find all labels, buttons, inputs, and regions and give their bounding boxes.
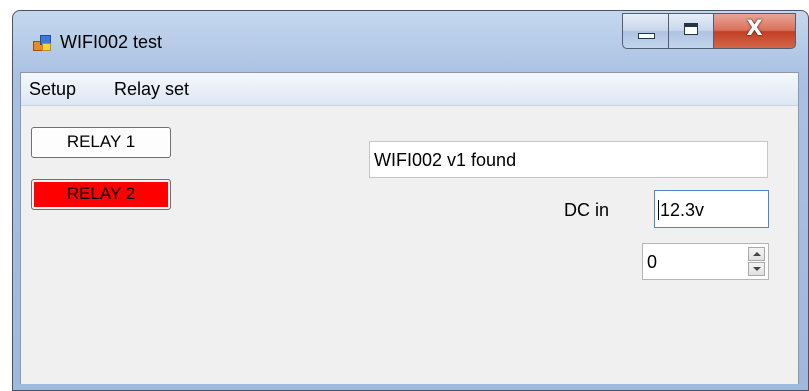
spin-up-icon[interactable] bbox=[748, 247, 765, 261]
menu-setup[interactable]: Setup bbox=[29, 79, 76, 100]
minimize-button[interactable] bbox=[622, 13, 668, 49]
maximize-icon bbox=[684, 23, 698, 35]
spin-down-icon[interactable] bbox=[748, 262, 765, 276]
relay-2-button[interactable]: RELAY 2 bbox=[31, 179, 171, 210]
client-area: Setup Relay set RELAY 1 RELAY 2 WIFI002 … bbox=[20, 72, 799, 390]
caption-buttons: X bbox=[622, 13, 796, 51]
dc-in-label: DC in bbox=[564, 200, 610, 220]
minimize-icon bbox=[638, 33, 655, 39]
window-title: WIFI002 test bbox=[60, 32, 163, 52]
maximize-button[interactable] bbox=[668, 13, 714, 49]
spin-arrows bbox=[748, 247, 765, 276]
numeric-value: 0 bbox=[647, 252, 658, 272]
menu-relay-set[interactable]: Relay set bbox=[114, 79, 189, 100]
numeric-updown[interactable]: 0 bbox=[642, 243, 769, 280]
relay-1-button[interactable]: RELAY 1 bbox=[31, 127, 171, 158]
window-frame-bottom bbox=[13, 384, 808, 390]
title-bar[interactable]: WIFI002 test X bbox=[13, 11, 808, 71]
app-window: WIFI002 test X Setup Relay set RELAY 1 R… bbox=[12, 10, 809, 391]
app-icon[interactable] bbox=[33, 34, 51, 52]
close-button[interactable]: X bbox=[714, 13, 796, 49]
close-icon: X bbox=[746, 16, 763, 40]
status-field[interactable]: WIFI002 v1 found bbox=[369, 141, 768, 178]
dc-in-field[interactable]: 12.3v bbox=[654, 190, 769, 228]
menu-bar: Setup Relay set bbox=[21, 73, 798, 106]
dc-in-value: 12.3v bbox=[658, 200, 705, 220]
